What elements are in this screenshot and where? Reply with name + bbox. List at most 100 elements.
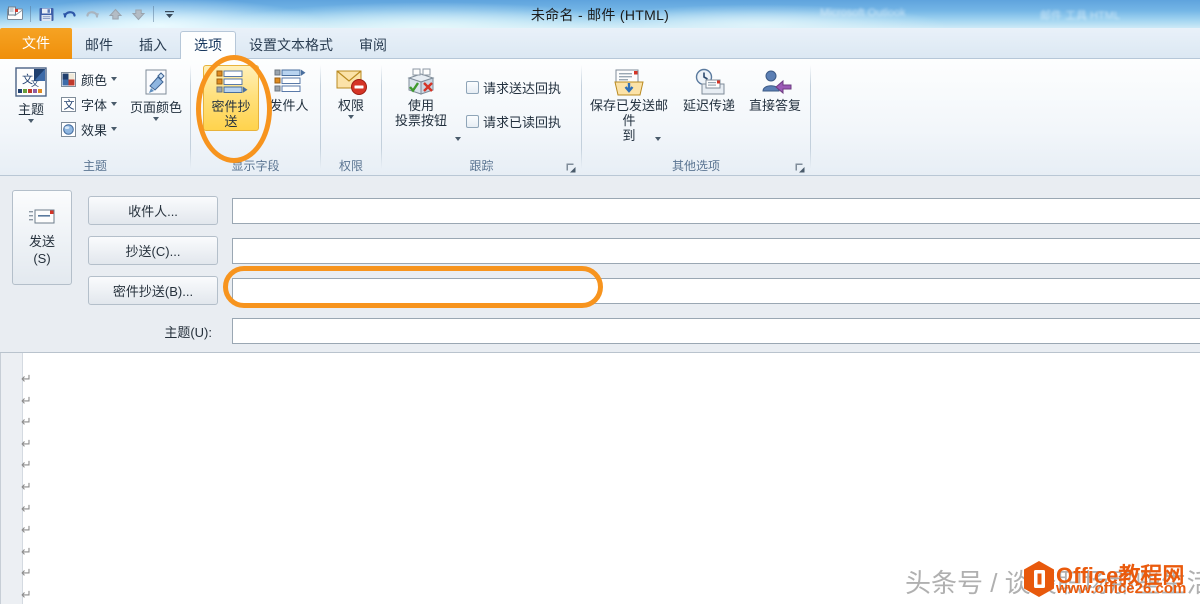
outlook-compose-window: Microsoft Outlook 邮件 工具 HTML 未命名 - 邮件 (H…: [0, 0, 1200, 604]
window-title: 未命名 - 邮件 (HTML): [530, 7, 670, 23]
request-read-receipt-checkbox[interactable]: 请求已读回执: [464, 109, 563, 133]
from-ribbon-button-label: 发件人: [269, 98, 309, 113]
svg-text:文: 文: [64, 97, 75, 111]
send-button-label-line2: (S): [33, 251, 51, 266]
request-delivery-receipt-label: 请求送达回执: [483, 80, 562, 96]
cc-input[interactable]: [232, 238, 1200, 264]
compose-header: 发送 (S) 收件人... 抄送(C)... 密件抄送(B)... 主题(U):: [0, 176, 1200, 353]
theme-fonts-label: 字体: [81, 97, 108, 113]
theme-fonts-chevron-down-icon[interactable]: [111, 102, 118, 106]
ribbon-group-label-tracking: 跟踪: [469, 159, 494, 173]
page-color-icon: [145, 69, 167, 95]
subject-input[interactable]: [232, 318, 1200, 344]
permission-icon: [336, 70, 367, 95]
tab-options[interactable]: 选项: [180, 31, 236, 59]
request-delivery-receipt-checkbox[interactable]: 请求送达回执: [464, 75, 563, 99]
ribbon-group-permission: 权限 权限: [321, 59, 381, 176]
outlook-icon[interactable]: [4, 3, 26, 25]
voting-buttons-chevron-down-icon[interactable]: [455, 137, 461, 141]
delay-delivery-button[interactable]: 延迟传递: [678, 65, 740, 114]
paragraph-mark: ↵: [21, 372, 32, 387]
paragraph-mark: ↵: [21, 393, 32, 409]
delay-delivery-icon: [695, 68, 725, 95]
ribbon-group-show-fields: 密件抄送 发件人 显示字段: [191, 59, 320, 176]
cc-button[interactable]: 抄送(C)...: [88, 236, 218, 265]
ribbon-tab-strip: 文件 邮件 插入 选项 设置文本格式 审阅: [0, 28, 1200, 59]
tab-file[interactable]: 文件: [0, 28, 72, 59]
themes-chevron-down-icon[interactable]: [28, 119, 34, 123]
direct-replies-to-button[interactable]: 直接答复: [744, 65, 806, 114]
paragraph-mark: ↵: [21, 588, 32, 603]
ribbon-group-themes: 文 文 主题 颜色 文 字体 效果 页面颜色 主题: [0, 59, 190, 176]
colors-icon: [61, 71, 76, 87]
effects-icon: [61, 121, 76, 137]
tab-insert[interactable]: 插入: [126, 32, 180, 59]
to-button[interactable]: 收件人...: [88, 196, 218, 225]
paragraph-mark: ↵: [21, 458, 32, 474]
to-input[interactable]: [232, 198, 1200, 224]
qat-separator-2: [153, 6, 154, 22]
qat-separator: [30, 6, 31, 22]
theme-colors-chevron-down-icon[interactable]: [111, 77, 118, 81]
theme-effects-chevron-down-icon[interactable]: [111, 127, 118, 131]
delivery-receipt-checkbox-icon[interactable]: [466, 80, 479, 94]
ribbon: 文 文 主题 颜色 文 字体 效果 页面颜色 主题 密件抄送 发件人 显示字段 …: [0, 55, 1200, 176]
customize-qat-icon[interactable]: [158, 3, 180, 25]
page-color-button[interactable]: 页面颜色: [126, 65, 186, 122]
paragraph-mark: ↵: [21, 480, 32, 495]
page-color-label: 页面颜色: [130, 100, 183, 115]
themes-button[interactable]: 文 文 主题: [6, 63, 56, 124]
fonts-icon: 文: [61, 96, 76, 112]
send-button[interactable]: 发送 (S): [12, 190, 72, 285]
save-sent-item-to-button[interactable]: 保存已发送邮件 到: [586, 65, 672, 144]
bcc-input[interactable]: [232, 278, 1200, 304]
read-receipt-checkbox-icon[interactable]: [466, 114, 479, 128]
direct-replies-to-icon: [762, 70, 792, 95]
undo-icon[interactable]: [58, 3, 80, 25]
send-icon: [29, 209, 55, 224]
save-sent-item-chevron-down-icon[interactable]: [655, 137, 661, 141]
use-voting-line1: 使用: [407, 98, 434, 113]
ribbon-group-label-permission: 权限: [338, 159, 363, 173]
ribbon-group-label-show-fields: 显示字段: [231, 159, 280, 173]
bcc-ribbon-button-label: 密件抄送: [211, 99, 251, 129]
tab-review[interactable]: 审阅: [346, 32, 400, 59]
ribbon-group-label-themes: 主题: [82, 159, 107, 173]
permission-button-label: 权限: [337, 98, 364, 113]
paragraph-mark: ↵: [21, 501, 32, 517]
previous-item-icon[interactable]: [104, 3, 126, 25]
ribbon-group-label-more-options: 其他选项: [671, 159, 720, 173]
themes-button-label: 主题: [17, 102, 44, 117]
tab-format-text[interactable]: 设置文本格式: [236, 32, 346, 59]
ribbon-group-more-options: 保存已发送邮件 到 延迟传递 直接答复 其他选项: [582, 59, 810, 176]
tab-message[interactable]: 邮件: [72, 32, 126, 59]
ribbon-group-tracking: 使用 投票按钮 请求送达回执 请求已读回执 跟踪: [382, 59, 581, 176]
group-separator-5: [810, 65, 811, 169]
paragraph-mark: ↵: [21, 523, 32, 539]
save-sent-item-line2: 到: [622, 128, 636, 143]
paragraph-mark: ↵: [21, 415, 32, 431]
paragraph-mark: ↵: [21, 544, 32, 560]
from-icon: [274, 69, 306, 92]
paragraph-mark: ↵: [21, 566, 32, 582]
redo-icon[interactable]: [81, 3, 103, 25]
page-color-chevron-down-icon[interactable]: [153, 117, 159, 121]
theme-colors-button[interactable]: 颜色: [58, 67, 119, 91]
permission-chevron-down-icon[interactable]: [348, 115, 354, 119]
next-item-icon[interactable]: [127, 3, 149, 25]
use-voting-buttons-button[interactable]: 使用 投票按钮: [390, 65, 452, 129]
theme-fonts-button[interactable]: 文 字体: [58, 92, 119, 116]
svg-text:文: 文: [31, 78, 39, 88]
request-read-receipt-label: 请求已读回执: [483, 114, 562, 130]
permission-button[interactable]: 权限: [325, 65, 377, 120]
theme-effects-button[interactable]: 效果: [58, 117, 119, 141]
ribbon-tabs: 文件 邮件 插入 选项 设置文本格式 审阅: [0, 28, 400, 59]
save-icon[interactable]: [35, 3, 57, 25]
from-ribbon-button[interactable]: 发件人: [261, 65, 317, 114]
tracking-dialog-launcher[interactable]: [565, 161, 577, 173]
bcc-button[interactable]: 密件抄送(B)...: [88, 276, 218, 305]
bcc-ribbon-button[interactable]: 密件抄送: [203, 65, 259, 131]
more-options-dialog-launcher[interactable]: [794, 161, 806, 173]
save-sent-item-icon: [614, 69, 644, 96]
body-gutter: [1, 353, 23, 604]
